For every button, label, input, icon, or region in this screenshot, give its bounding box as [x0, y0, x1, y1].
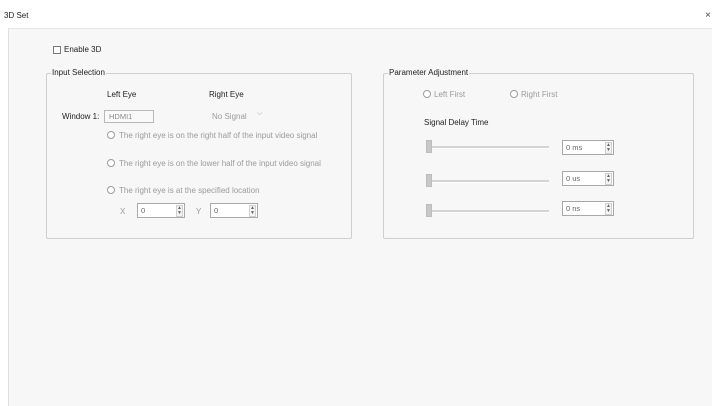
x-stepper[interactable]: ▲ ▼ — [176, 205, 183, 217]
title-bar: 3D Set × — [0, 0, 712, 28]
option-lower-half-label[interactable]: The right eye is on the lower half of th… — [119, 159, 321, 168]
delay-ms-spinbox[interactable]: 0 ms ▲ ▼ — [562, 140, 614, 155]
left-eye-source-field[interactable]: HDMI1 — [104, 110, 154, 123]
window-title: 3D Set — [4, 11, 29, 20]
enable-3d-checkbox[interactable] — [53, 46, 61, 54]
radio-specified-location[interactable] — [107, 186, 115, 194]
delay-us-slider-track[interactable] — [426, 180, 549, 183]
delay-us-value: 0 us — [566, 174, 581, 183]
right-eye-source-select[interactable]: No Signal — [212, 112, 247, 121]
delay-us-slider-thumb[interactable] — [426, 174, 432, 187]
window-1-label: Window 1: — [62, 112, 100, 121]
spin-down-icon[interactable]: ▼ — [177, 210, 182, 216]
close-icon[interactable]: × — [705, 10, 711, 21]
y-stepper[interactable]: ▲ ▼ — [249, 205, 256, 217]
right-first-label[interactable]: Right First — [521, 90, 557, 99]
spin-down-icon[interactable]: ▼ — [250, 210, 255, 216]
x-label: X — [120, 207, 126, 216]
delay-ns-slider-thumb[interactable] — [426, 204, 432, 217]
option-right-half-label[interactable]: The right eye is on the right half of th… — [119, 131, 317, 140]
spin-down-icon[interactable]: ▼ — [606, 178, 611, 184]
left-first-label[interactable]: Left First — [434, 90, 465, 99]
delay-us-stepper[interactable]: ▲ ▼ — [605, 173, 612, 185]
delay-ms-value: 0 ms — [566, 143, 583, 152]
enable-3d-label[interactable]: Enable 3D — [64, 45, 101, 54]
radio-left-first[interactable] — [423, 90, 431, 98]
delay-ms-slider-thumb[interactable] — [426, 140, 432, 153]
parameter-adjustment-legend: Parameter Adjustment — [388, 68, 470, 77]
delay-us-spinbox[interactable]: 0 us ▲ ▼ — [562, 171, 614, 186]
x-spinbox[interactable]: 0 ▲ ▼ — [137, 203, 185, 218]
radio-right-first[interactable] — [510, 90, 518, 98]
spin-down-icon[interactable]: ▼ — [606, 208, 611, 214]
option-specified-location-label[interactable]: The right eye is at the specified locati… — [119, 186, 260, 195]
dialog-body: Enable 3D Input Selection Left Eye Right… — [8, 28, 712, 406]
delay-ns-stepper[interactable]: ▲ ▼ — [605, 203, 612, 215]
delay-ms-slider-track[interactable] — [426, 146, 549, 149]
delay-ns-slider-track[interactable] — [426, 210, 549, 213]
delay-ns-value: 0 ns — [566, 204, 581, 213]
y-label: Y — [196, 207, 202, 216]
delay-ms-stepper[interactable]: ▲ ▼ — [605, 142, 612, 154]
x-value: 0 — [141, 206, 146, 215]
signal-delay-label: Signal Delay Time — [424, 118, 489, 127]
y-value: 0 — [214, 206, 219, 215]
input-selection-legend: Input Selection — [51, 68, 106, 77]
radio-right-half[interactable] — [107, 131, 115, 139]
radio-lower-half[interactable] — [107, 159, 115, 167]
left-eye-header: Left Eye — [107, 90, 137, 99]
chevron-down-icon[interactable]: ⌵ — [257, 110, 262, 118]
delay-ns-spinbox[interactable]: 0 ns ▲ ▼ — [562, 201, 614, 216]
right-eye-header: Right Eye — [209, 90, 244, 99]
spin-down-icon[interactable]: ▼ — [606, 147, 611, 153]
y-spinbox[interactable]: 0 ▲ ▼ — [210, 203, 258, 218]
